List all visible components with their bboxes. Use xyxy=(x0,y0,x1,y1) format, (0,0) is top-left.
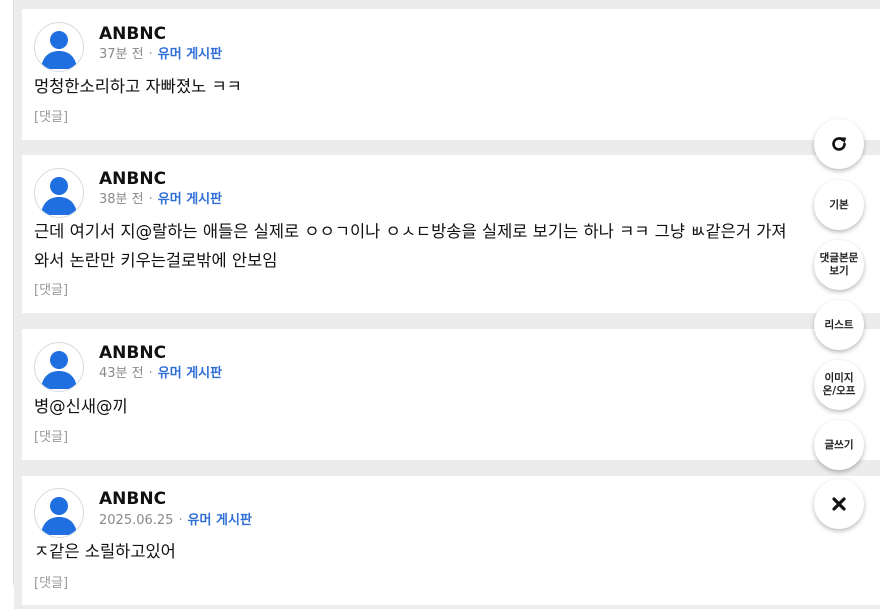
close-button[interactable] xyxy=(814,479,864,529)
post-content-line: 근데 여기서 지@랄하는 애들은 실제로 ㅇㅇㄱ이나 ㅇㅅㄷ방송을 실제로 보기… xyxy=(34,222,787,241)
meta-separator: · xyxy=(178,513,183,528)
post-time: 2025.06.25 xyxy=(99,513,174,528)
post-meta: 43분 전 · 유머 게시판 xyxy=(99,366,222,382)
post-content-line: ㅈ같은 소릴하고있어 xyxy=(34,542,176,561)
close-icon xyxy=(831,496,847,512)
refresh-button[interactable] xyxy=(814,119,864,169)
post-time: 38분 전 xyxy=(99,192,144,207)
comment-link[interactable]: [댓글] xyxy=(34,110,68,126)
board-link[interactable]: 유머 게시판 xyxy=(158,366,222,381)
board-link[interactable]: 유머 게시판 xyxy=(188,513,252,528)
post-item[interactable]: ANBNC 2025.06.25 · 유머 게시판 ㅈ같은 소릴하고있어 [댓글] xyxy=(22,476,880,605)
comment-link[interactable]: [댓글] xyxy=(34,576,68,592)
post-time: 43분 전 xyxy=(99,366,144,381)
board-link[interactable]: 유머 게시판 xyxy=(158,192,222,207)
avatar-user-icon[interactable] xyxy=(34,342,84,392)
post-feed: ANBNC 37분 전 · 유머 게시판 멍청한소리하고 자빠졌노 ㅋㅋ [댓글] … xyxy=(22,0,880,609)
post-author[interactable]: ANBNC xyxy=(99,343,166,363)
post-content[interactable]: ㅈ같은 소릴하고있어 xyxy=(34,537,880,566)
post-content[interactable]: 근데 여기서 지@랄하는 애들은 실제로 ㅇㅇㄱ이나 ㅇㅅㄷ방송을 실제로 보기… xyxy=(34,217,880,275)
meta-separator: · xyxy=(148,192,153,207)
post-meta: 38분 전 · 유머 게시판 xyxy=(99,192,222,208)
board-link[interactable]: 유머 게시판 xyxy=(158,47,222,62)
post-time: 37분 전 xyxy=(99,47,144,62)
post-meta: 2025.06.25 · 유머 게시판 xyxy=(99,513,252,529)
post-meta: 37분 전 · 유머 게시판 xyxy=(99,47,222,63)
post-content[interactable]: 멍청한소리하고 자빠졌노 ㅋㅋ xyxy=(34,72,880,101)
meta-separator: · xyxy=(148,366,153,381)
image-toggle-button[interactable]: 이미지 온/오프 xyxy=(814,360,864,410)
floating-menu: 기본 댓글본문 보기 리스트 이미지 온/오프 글쓰기 xyxy=(814,0,864,609)
default-view-button[interactable]: 기본 xyxy=(814,180,864,230)
avatar-user-icon[interactable] xyxy=(34,488,84,538)
left-panel-divider xyxy=(13,0,14,585)
post-author[interactable]: ANBNC xyxy=(99,24,166,44)
comment-view-button[interactable]: 댓글본문 보기 xyxy=(814,240,864,290)
comment-link[interactable]: [댓글] xyxy=(34,430,68,446)
post-item[interactable]: ANBNC 38분 전 · 유머 게시판 근데 여기서 지@랄하는 애들은 실제로 … xyxy=(22,155,880,313)
comment-link[interactable]: [댓글] xyxy=(34,283,68,299)
post-content-line: 와서 논란만 키우는걸로밖에 안보임 xyxy=(34,251,278,270)
avatar-user-icon[interactable] xyxy=(34,22,84,72)
post-content-line: 멍청한소리하고 자빠졌노 ㅋㅋ xyxy=(34,77,242,96)
post-author[interactable]: ANBNC xyxy=(99,169,166,189)
list-button[interactable]: 리스트 xyxy=(814,300,864,350)
post-item[interactable]: ANBNC 37분 전 · 유머 게시판 멍청한소리하고 자빠졌노 ㅋㅋ [댓글] xyxy=(22,9,880,140)
post-item[interactable]: ANBNC 43분 전 · 유머 게시판 병@신새@끼 [댓글] xyxy=(22,329,880,460)
write-button[interactable]: 글쓰기 xyxy=(814,420,864,470)
post-content[interactable]: 병@신새@끼 xyxy=(34,392,880,421)
post-content-line: 병@신새@끼 xyxy=(34,397,128,416)
left-panel-edge xyxy=(0,0,14,609)
avatar-user-icon[interactable] xyxy=(34,168,84,218)
refresh-icon xyxy=(829,134,849,154)
meta-separator: · xyxy=(148,47,153,62)
post-author[interactable]: ANBNC xyxy=(99,489,166,509)
